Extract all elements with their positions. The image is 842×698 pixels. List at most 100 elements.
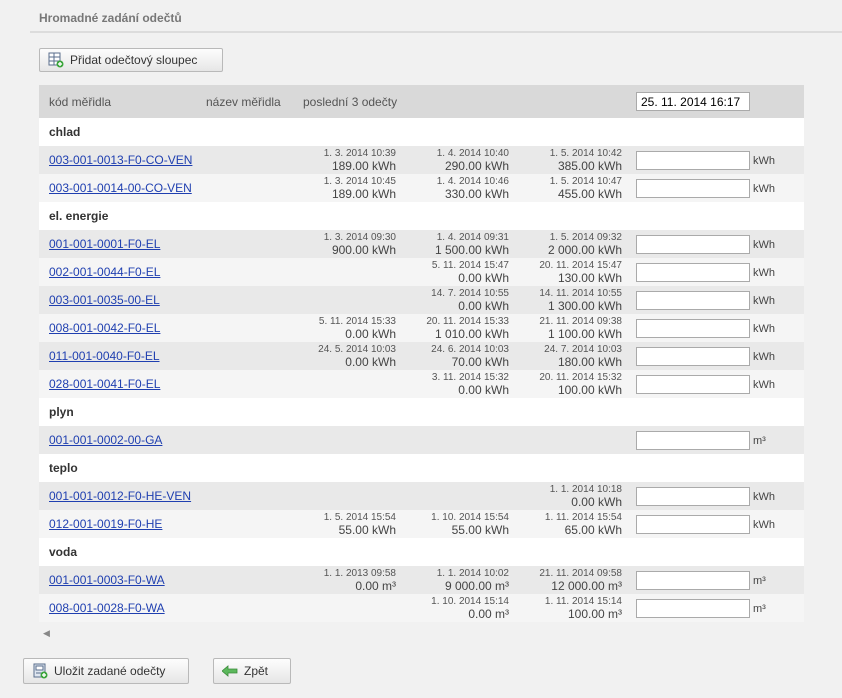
meter-group-label: plyn <box>49 405 74 419</box>
reading-value: 1 100.00 kWh <box>547 327 622 341</box>
save-label: Uložit zadané odečty <box>54 664 166 678</box>
reading-value: 189.00 kWh <box>331 159 396 173</box>
meter-group-label: voda <box>49 545 78 559</box>
reading-cell: 1. 5. 2014 09:32 2 000.00 kWh <box>515 230 628 258</box>
reading-cell: 14. 7. 2014 10:55 0.00 kWh <box>402 286 515 314</box>
reading-cell <box>303 370 402 398</box>
reading-value: 0.00 kWh <box>571 495 622 509</box>
table-row: 003-001-0035-00-EL 14. 7. 2014 10:55 0.00 … <box>39 286 804 314</box>
new-reading-input[interactable] <box>636 150 750 170</box>
reading-value: 290.00 kWh <box>444 159 509 173</box>
reading-value: 55.00 kWh <box>451 523 509 537</box>
back-arrow-icon <box>222 665 238 677</box>
reading-unit: kWh <box>753 351 775 363</box>
reading-unit: kWh <box>753 267 775 279</box>
meter-name-cell <box>206 230 303 258</box>
add-reading-column-button[interactable]: Přidat odečtový sloupec <box>39 48 223 72</box>
meter-group-label: teplo <box>49 461 78 475</box>
meter-name-cell <box>206 510 303 538</box>
table-row: 003-001-0014-00-CO-VEN 1. 3. 2014 10:45 18… <box>39 174 804 202</box>
new-reading-input[interactable] <box>636 346 750 366</box>
scroll-left-icon[interactable]: ◀ <box>43 628 50 639</box>
new-reading-input[interactable] <box>636 290 750 310</box>
reading-value: 0.00 kWh <box>458 383 509 397</box>
reading-value: 9 000.00 m³ <box>444 579 509 593</box>
new-reading-input[interactable] <box>636 570 750 590</box>
reading-cell <box>402 482 515 510</box>
meter-code-link[interactable]: 003-001-0035-00-EL <box>39 293 160 307</box>
meter-code-link[interactable]: 012-001-0019-F0-HE <box>39 517 162 531</box>
header-last3: poslední 3 odečty <box>303 94 398 109</box>
reading-value: 385.00 kWh <box>557 159 622 173</box>
reading-cell: 1. 5. 2014 10:47 455.00 kWh <box>515 174 628 202</box>
meter-code-link[interactable]: 008-001-0028-F0-WA <box>39 601 165 615</box>
new-reading-input[interactable] <box>636 486 750 506</box>
reading-value: 0.00 kWh <box>345 355 396 369</box>
meter-code-link[interactable]: 003-001-0014-00-CO-VEN <box>39 181 192 195</box>
meter-code-link[interactable]: 028-001-0041-F0-EL <box>39 377 160 391</box>
reading-value: 180.00 kWh <box>557 355 622 369</box>
meter-group-row: chlad <box>39 118 804 146</box>
reading-unit: kWh <box>753 491 775 503</box>
meter-name-cell <box>206 286 303 314</box>
new-reading-input[interactable] <box>636 234 750 254</box>
reading-cell <box>303 482 402 510</box>
reading-cell: 1. 1. 2013 09:58 0.00 m³ <box>303 566 402 594</box>
reading-cell: 1. 3. 2014 09:30 900.00 kWh <box>303 230 402 258</box>
meter-code-link[interactable]: 001-001-0012-F0-HE-VEN <box>39 489 191 503</box>
reading-value: 0.00 m³ <box>355 579 396 593</box>
add-column-label: Přidat odečtový sloupec <box>70 53 198 67</box>
meter-code-link[interactable]: 001-001-0003-F0-WA <box>39 573 165 587</box>
reading-unit: kWh <box>753 295 775 307</box>
reading-value: 455.00 kWh <box>557 187 622 201</box>
new-reading-input[interactable] <box>636 598 750 618</box>
reading-value: 100.00 m³ <box>567 607 622 621</box>
meter-group-row: teplo <box>39 454 804 482</box>
save-readings-button[interactable]: Uložit zadané odečty <box>23 658 189 684</box>
reading-value: 12 000.00 m³ <box>551 579 622 593</box>
meter-code-link[interactable]: 003-001-0013-F0-CO-VEN <box>39 153 192 167</box>
reading-cell <box>402 426 515 454</box>
meter-code-link[interactable]: 011-001-0040-F0-EL <box>39 349 160 363</box>
new-reading-input[interactable] <box>636 178 750 198</box>
back-label: Zpět <box>244 664 269 678</box>
table-row: 001-001-0003-F0-WA 1. 1. 2013 09:58 0.00 m… <box>39 566 804 594</box>
reading-value: 189.00 kWh <box>331 187 396 201</box>
reading-cell: 5. 11. 2014 15:47 0.00 kWh <box>402 258 515 286</box>
save-icon <box>32 663 48 679</box>
meter-code-link[interactable]: 002-001-0044-F0-EL <box>39 265 160 279</box>
reading-value: 55.00 kWh <box>338 523 396 537</box>
new-reading-datetime-input[interactable] <box>636 92 750 111</box>
reading-cell: 5. 11. 2014 15:33 0.00 kWh <box>303 314 402 342</box>
table-row: 001-001-0012-F0-HE-VEN 1. 1. 2014 10:18 0.… <box>39 482 804 510</box>
table-row: 011-001-0040-F0-EL 24. 5. 2014 10:03 0.00 … <box>39 342 804 370</box>
back-button[interactable]: Zpět <box>213 658 291 684</box>
meter-group-row: plyn <box>39 398 804 426</box>
reading-cell: 24. 5. 2014 10:03 0.00 kWh <box>303 342 402 370</box>
reading-cell: 1. 4. 2014 10:40 290.00 kWh <box>402 146 515 174</box>
meter-code-link[interactable]: 008-001-0042-F0-EL <box>39 321 160 335</box>
reading-value: 70.00 kWh <box>451 355 509 369</box>
table-row: 012-001-0019-F0-HE 1. 5. 2014 15:54 55.00 … <box>39 510 804 538</box>
table-row: 028-001-0041-F0-EL 3. 11. 2014 15:32 0.00 … <box>39 370 804 398</box>
meter-group-row: el. energie <box>39 202 804 230</box>
meter-name-cell <box>206 258 303 286</box>
meter-group-row: voda <box>39 538 804 566</box>
reading-value: 0.00 kWh <box>458 271 509 285</box>
reading-cell: 21. 11. 2014 09:58 12 000.00 m³ <box>515 566 628 594</box>
meter-code-link[interactable]: 001-001-0002-00-GA <box>39 433 162 447</box>
reading-value: 900.00 kWh <box>331 243 396 257</box>
new-reading-input[interactable] <box>636 430 750 450</box>
meter-code-link[interactable]: 001-001-0001-F0-EL <box>39 237 160 251</box>
table-row: 008-001-0042-F0-EL 5. 11. 2014 15:33 0.00 … <box>39 314 804 342</box>
reading-value: 330.00 kWh <box>444 187 509 201</box>
new-reading-input[interactable] <box>636 262 750 282</box>
reading-cell <box>515 426 628 454</box>
new-reading-input[interactable] <box>636 374 750 394</box>
new-reading-input[interactable] <box>636 318 750 338</box>
reading-unit: kWh <box>753 379 775 391</box>
meter-name-cell <box>206 566 303 594</box>
reading-cell: 20. 11. 2014 15:32 100.00 kWh <box>515 370 628 398</box>
new-reading-input[interactable] <box>636 514 750 534</box>
reading-unit: kWh <box>753 239 775 251</box>
